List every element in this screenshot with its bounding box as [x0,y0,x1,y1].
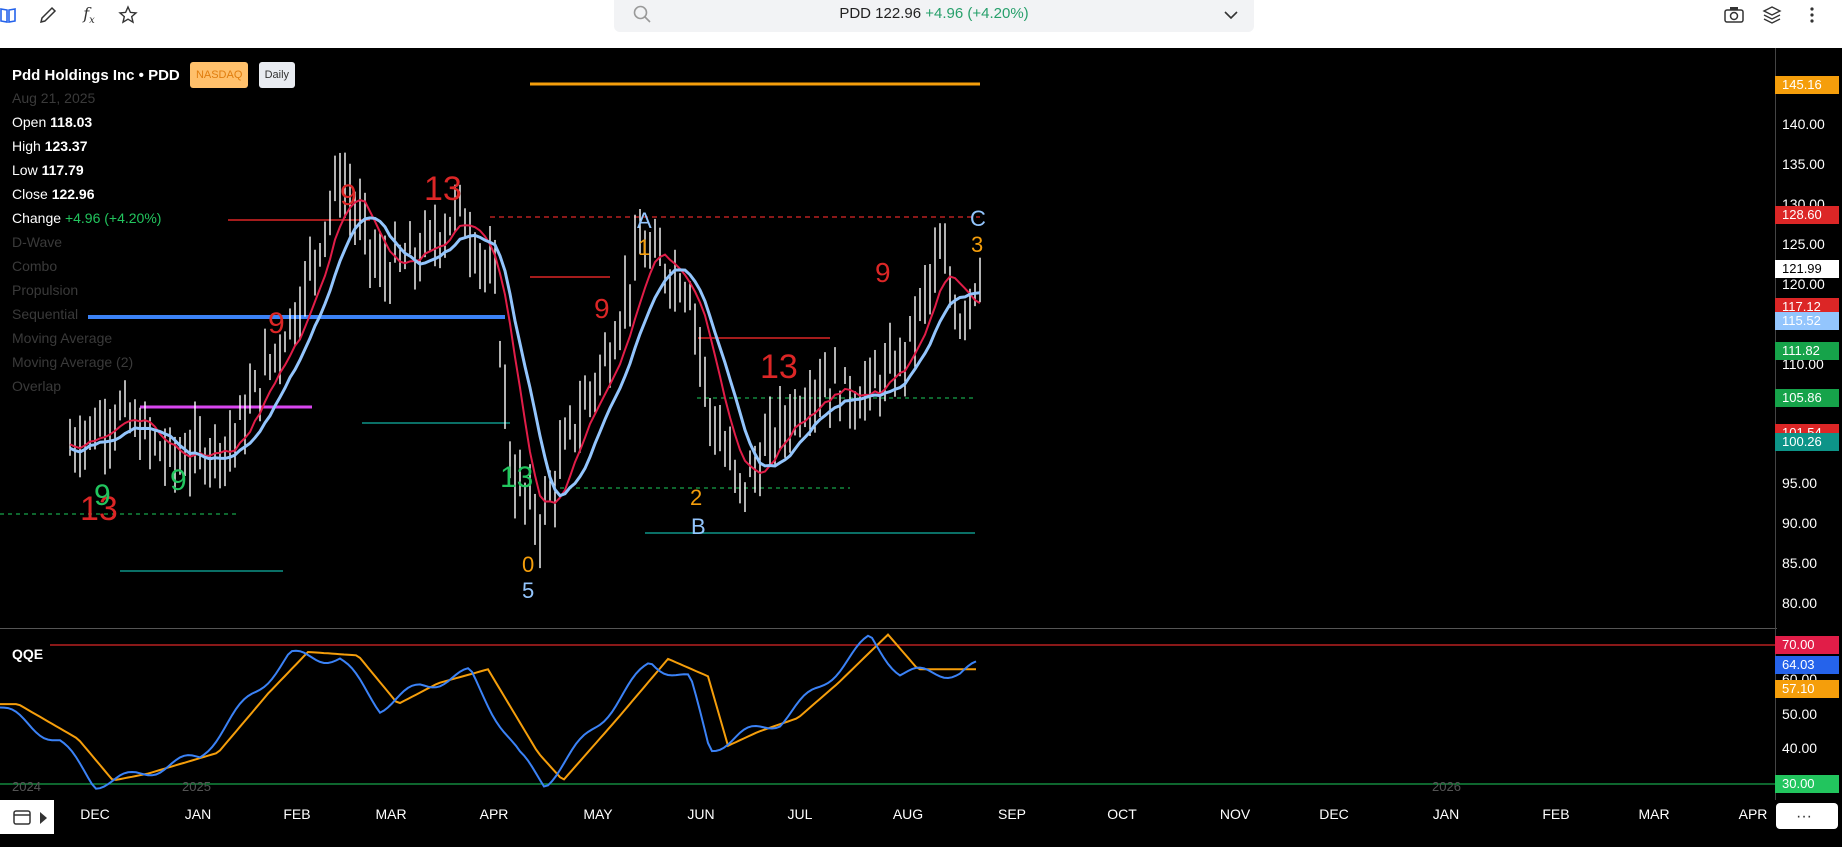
low-label: Low [12,162,38,178]
wave-label-b: B [691,514,706,539]
price-tick: 90.00 [1782,515,1818,531]
month-label: JAN [1432,806,1460,822]
qqe-tag-70: 70.00 [1775,636,1839,654]
high-row: High 123.37 [12,134,295,158]
wave-label-a: A [637,208,652,233]
month-label: FEB [1542,806,1570,822]
month-label: JAN [184,806,212,822]
setup-9-label-5: 13 [500,461,533,494]
month-label: MAR [375,806,407,822]
price-tick: 80.00 [1782,595,1818,611]
setup-9-label-6: 9 [594,293,610,324]
sequential-13-label-3: 13 [760,348,798,386]
month-label: MAR [1638,806,1670,822]
date-label: Aug 21, 2025 [12,90,96,106]
price-tick: 125.00 [1782,236,1825,252]
indicator-propulsion[interactable]: Propulsion [12,278,295,302]
more-horizontal-icon: ··· [1796,808,1812,825]
wave-label-2: 2 [690,485,702,510]
high-label: High [12,138,41,154]
low-row: Low 117.79 [12,158,295,182]
setup-9-label-4: 9 [340,179,357,212]
wave-label-1: 1 [638,235,650,260]
year-label: 2026 [1432,779,1461,794]
play-icon [40,811,48,829]
setup-9-label-7: 9 [875,257,891,288]
month-label: APR [479,806,509,822]
indicator-moving-average[interactable]: Moving Average [12,326,295,350]
open-label: Open [12,114,47,130]
open-value: 118.03 [50,114,93,130]
change-row: Change +4.96 (+4.20%) [12,206,295,230]
more-options-button[interactable]: ··· [1776,803,1838,829]
price-tag-last: 121.99 [1775,260,1839,278]
low-value: 117.79 [41,162,84,178]
month-label: MAY [583,806,613,822]
month-label: JUL [787,806,813,822]
qqe-tag-slow: 57.10 [1775,680,1839,698]
wave-label-5: 5 [522,578,534,603]
price-tick: 95.00 [1782,475,1818,491]
close-row: Close 122.96 [12,182,295,206]
indicator-combo[interactable]: Combo [12,254,295,278]
month-label: APR [1738,806,1768,822]
price-tag-teal: 100.26 [1775,433,1839,451]
month-label: SEP [997,806,1027,822]
change-label: Change [12,210,62,226]
indicator-sequential[interactable]: Sequential [12,302,295,326]
month-label: DEC [1319,806,1349,822]
symbol-name: Pdd Holdings Inc • PDD [12,67,180,84]
price-tag-green: 111.82 [1775,342,1839,360]
price-tick: 140.00 [1782,116,1825,132]
high-value: 123.37 [44,138,88,154]
symbol-title-row: Pdd Holdings Inc • PDD NASDAQ Daily [12,62,296,88]
indicator-dwave[interactable]: D-Wave [12,230,295,254]
open-row: Open 118.03 [12,110,295,134]
sequential-13-label-2: 13 [424,170,462,208]
symbol-info-panel: Pdd Holdings Inc • PDD NASDAQ Daily Aug … [12,62,296,398]
calendar-icon [12,808,34,831]
indicator-moving-average-2[interactable]: Moving Average (2) [12,350,295,374]
price-tick: 85.00 [1782,555,1818,571]
qqe-tick: 50.00 [1782,706,1818,722]
qqe-label: QQE [12,646,44,662]
close-value: 122.96 [51,186,95,202]
price-tick: 120.00 [1782,276,1825,292]
price-tag-ma-blue: 115.52 [1775,312,1839,330]
qqe-tick: 40.00 [1782,740,1818,756]
close-label: Close [12,186,48,202]
date-range-button[interactable] [0,800,54,834]
wave-label-0: 0 [522,552,534,577]
setup-9-label-2: 9 [170,464,187,497]
month-label: NOV [1219,806,1251,822]
wave-label-3: 3 [971,232,983,257]
month-label: FEB [283,806,311,822]
price-tag-orange: 145.16 [1775,76,1839,94]
price-tag-red: 128.60 [1775,206,1839,224]
indicator-overlap[interactable]: Overlap [12,374,295,398]
price-tick: 135.00 [1782,156,1825,172]
year-label: 2025 [182,779,211,794]
month-label: DEC [80,806,110,822]
change-value: +4.96 (+4.20%) [64,210,162,226]
exchange-badge: NASDAQ [189,62,249,88]
month-label: AUG [892,806,924,822]
setup-9-label: 9 [94,479,111,512]
month-label: JUN [687,806,715,822]
month-label: OCT [1107,806,1137,822]
price-tag-green-2: 105.86 [1775,389,1839,407]
qqe-tag-30: 30.00 [1775,775,1839,793]
interval-badge[interactable]: Daily [258,62,296,88]
wave-label-c: C [970,206,986,231]
qqe-tag-fast: 64.03 [1775,656,1839,674]
year-label: 2024 [12,779,41,794]
qqe-fast-line [0,634,977,790]
pane-separator[interactable] [0,628,1777,629]
